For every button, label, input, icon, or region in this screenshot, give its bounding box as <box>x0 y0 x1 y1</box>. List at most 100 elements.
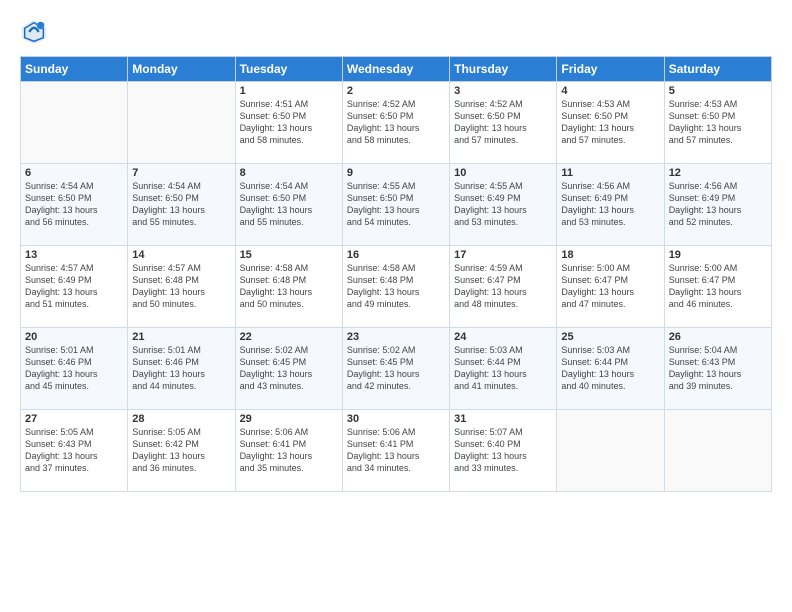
day-detail: Sunrise: 4:58 AM Sunset: 6:48 PM Dayligh… <box>240 262 338 311</box>
calendar-cell: 24Sunrise: 5:03 AM Sunset: 6:44 PM Dayli… <box>450 328 557 410</box>
calendar-cell: 9Sunrise: 4:55 AM Sunset: 6:50 PM Daylig… <box>342 164 449 246</box>
day-detail: Sunrise: 4:58 AM Sunset: 6:48 PM Dayligh… <box>347 262 445 311</box>
day-detail: Sunrise: 5:02 AM Sunset: 6:45 PM Dayligh… <box>240 344 338 393</box>
calendar-cell: 8Sunrise: 4:54 AM Sunset: 6:50 PM Daylig… <box>235 164 342 246</box>
day-number: 12 <box>669 167 767 179</box>
week-row-1: 1Sunrise: 4:51 AM Sunset: 6:50 PM Daylig… <box>21 82 772 164</box>
calendar-cell: 18Sunrise: 5:00 AM Sunset: 6:47 PM Dayli… <box>557 246 664 328</box>
calendar-cell: 19Sunrise: 5:00 AM Sunset: 6:47 PM Dayli… <box>664 246 771 328</box>
weekday-header-wednesday: Wednesday <box>342 57 449 82</box>
day-number: 26 <box>669 331 767 343</box>
day-number: 6 <box>25 167 123 179</box>
day-number: 25 <box>561 331 659 343</box>
logo-icon <box>20 18 48 46</box>
day-number: 22 <box>240 331 338 343</box>
day-detail: Sunrise: 4:55 AM Sunset: 6:50 PM Dayligh… <box>347 180 445 229</box>
day-number: 8 <box>240 167 338 179</box>
calendar-cell: 6Sunrise: 4:54 AM Sunset: 6:50 PM Daylig… <box>21 164 128 246</box>
calendar-cell: 16Sunrise: 4:58 AM Sunset: 6:48 PM Dayli… <box>342 246 449 328</box>
day-number: 15 <box>240 249 338 261</box>
calendar-cell <box>664 410 771 492</box>
calendar-cell: 22Sunrise: 5:02 AM Sunset: 6:45 PM Dayli… <box>235 328 342 410</box>
day-detail: Sunrise: 5:01 AM Sunset: 6:46 PM Dayligh… <box>132 344 230 393</box>
day-number: 9 <box>347 167 445 179</box>
day-detail: Sunrise: 5:03 AM Sunset: 6:44 PM Dayligh… <box>561 344 659 393</box>
week-row-2: 6Sunrise: 4:54 AM Sunset: 6:50 PM Daylig… <box>21 164 772 246</box>
weekday-header-sunday: Sunday <box>21 57 128 82</box>
calendar-cell <box>21 82 128 164</box>
calendar-cell: 29Sunrise: 5:06 AM Sunset: 6:41 PM Dayli… <box>235 410 342 492</box>
week-row-4: 20Sunrise: 5:01 AM Sunset: 6:46 PM Dayli… <box>21 328 772 410</box>
day-detail: Sunrise: 4:54 AM Sunset: 6:50 PM Dayligh… <box>132 180 230 229</box>
calendar-cell: 30Sunrise: 5:06 AM Sunset: 6:41 PM Dayli… <box>342 410 449 492</box>
day-detail: Sunrise: 4:57 AM Sunset: 6:49 PM Dayligh… <box>25 262 123 311</box>
week-row-5: 27Sunrise: 5:05 AM Sunset: 6:43 PM Dayli… <box>21 410 772 492</box>
day-detail: Sunrise: 4:52 AM Sunset: 6:50 PM Dayligh… <box>454 98 552 147</box>
calendar-cell <box>557 410 664 492</box>
day-detail: Sunrise: 4:56 AM Sunset: 6:49 PM Dayligh… <box>669 180 767 229</box>
day-detail: Sunrise: 5:01 AM Sunset: 6:46 PM Dayligh… <box>25 344 123 393</box>
calendar-cell: 15Sunrise: 4:58 AM Sunset: 6:48 PM Dayli… <box>235 246 342 328</box>
day-number: 31 <box>454 413 552 425</box>
weekday-header-tuesday: Tuesday <box>235 57 342 82</box>
calendar-cell: 14Sunrise: 4:57 AM Sunset: 6:48 PM Dayli… <box>128 246 235 328</box>
day-detail: Sunrise: 5:06 AM Sunset: 6:41 PM Dayligh… <box>347 426 445 475</box>
header <box>20 18 772 46</box>
day-detail: Sunrise: 4:53 AM Sunset: 6:50 PM Dayligh… <box>669 98 767 147</box>
calendar-cell: 2Sunrise: 4:52 AM Sunset: 6:50 PM Daylig… <box>342 82 449 164</box>
weekday-header-thursday: Thursday <box>450 57 557 82</box>
day-number: 21 <box>132 331 230 343</box>
calendar-cell: 12Sunrise: 4:56 AM Sunset: 6:49 PM Dayli… <box>664 164 771 246</box>
day-detail: Sunrise: 5:06 AM Sunset: 6:41 PM Dayligh… <box>240 426 338 475</box>
calendar-cell <box>128 82 235 164</box>
day-detail: Sunrise: 4:54 AM Sunset: 6:50 PM Dayligh… <box>25 180 123 229</box>
calendar-cell: 4Sunrise: 4:53 AM Sunset: 6:50 PM Daylig… <box>557 82 664 164</box>
calendar-cell: 25Sunrise: 5:03 AM Sunset: 6:44 PM Dayli… <box>557 328 664 410</box>
day-detail: Sunrise: 5:02 AM Sunset: 6:45 PM Dayligh… <box>347 344 445 393</box>
calendar-cell: 11Sunrise: 4:56 AM Sunset: 6:49 PM Dayli… <box>557 164 664 246</box>
calendar-cell: 23Sunrise: 5:02 AM Sunset: 6:45 PM Dayli… <box>342 328 449 410</box>
day-number: 27 <box>25 413 123 425</box>
day-detail: Sunrise: 4:59 AM Sunset: 6:47 PM Dayligh… <box>454 262 552 311</box>
calendar-cell: 28Sunrise: 5:05 AM Sunset: 6:42 PM Dayli… <box>128 410 235 492</box>
day-number: 16 <box>347 249 445 261</box>
day-detail: Sunrise: 5:00 AM Sunset: 6:47 PM Dayligh… <box>669 262 767 311</box>
day-number: 5 <box>669 85 767 97</box>
calendar-cell: 13Sunrise: 4:57 AM Sunset: 6:49 PM Dayli… <box>21 246 128 328</box>
calendar-cell: 3Sunrise: 4:52 AM Sunset: 6:50 PM Daylig… <box>450 82 557 164</box>
calendar-cell: 21Sunrise: 5:01 AM Sunset: 6:46 PM Dayli… <box>128 328 235 410</box>
day-number: 24 <box>454 331 552 343</box>
day-number: 29 <box>240 413 338 425</box>
day-number: 19 <box>669 249 767 261</box>
day-number: 3 <box>454 85 552 97</box>
day-number: 7 <box>132 167 230 179</box>
logo <box>20 18 50 46</box>
day-number: 23 <box>347 331 445 343</box>
day-detail: Sunrise: 5:07 AM Sunset: 6:40 PM Dayligh… <box>454 426 552 475</box>
day-detail: Sunrise: 4:57 AM Sunset: 6:48 PM Dayligh… <box>132 262 230 311</box>
day-number: 28 <box>132 413 230 425</box>
day-detail: Sunrise: 4:51 AM Sunset: 6:50 PM Dayligh… <box>240 98 338 147</box>
calendar-cell: 20Sunrise: 5:01 AM Sunset: 6:46 PM Dayli… <box>21 328 128 410</box>
day-number: 20 <box>25 331 123 343</box>
day-detail: Sunrise: 5:05 AM Sunset: 6:43 PM Dayligh… <box>25 426 123 475</box>
day-number: 2 <box>347 85 445 97</box>
calendar-cell: 27Sunrise: 5:05 AM Sunset: 6:43 PM Dayli… <box>21 410 128 492</box>
day-number: 10 <box>454 167 552 179</box>
calendar-cell: 26Sunrise: 5:04 AM Sunset: 6:43 PM Dayli… <box>664 328 771 410</box>
day-number: 14 <box>132 249 230 261</box>
weekday-header-saturday: Saturday <box>664 57 771 82</box>
calendar-cell: 7Sunrise: 4:54 AM Sunset: 6:50 PM Daylig… <box>128 164 235 246</box>
day-detail: Sunrise: 4:55 AM Sunset: 6:49 PM Dayligh… <box>454 180 552 229</box>
week-row-3: 13Sunrise: 4:57 AM Sunset: 6:49 PM Dayli… <box>21 246 772 328</box>
day-detail: Sunrise: 5:00 AM Sunset: 6:47 PM Dayligh… <box>561 262 659 311</box>
day-number: 4 <box>561 85 659 97</box>
weekday-header-friday: Friday <box>557 57 664 82</box>
calendar-cell: 17Sunrise: 4:59 AM Sunset: 6:47 PM Dayli… <box>450 246 557 328</box>
calendar-cell: 1Sunrise: 4:51 AM Sunset: 6:50 PM Daylig… <box>235 82 342 164</box>
day-number: 18 <box>561 249 659 261</box>
day-number: 17 <box>454 249 552 261</box>
day-detail: Sunrise: 4:56 AM Sunset: 6:49 PM Dayligh… <box>561 180 659 229</box>
calendar-cell: 5Sunrise: 4:53 AM Sunset: 6:50 PM Daylig… <box>664 82 771 164</box>
day-detail: Sunrise: 4:54 AM Sunset: 6:50 PM Dayligh… <box>240 180 338 229</box>
